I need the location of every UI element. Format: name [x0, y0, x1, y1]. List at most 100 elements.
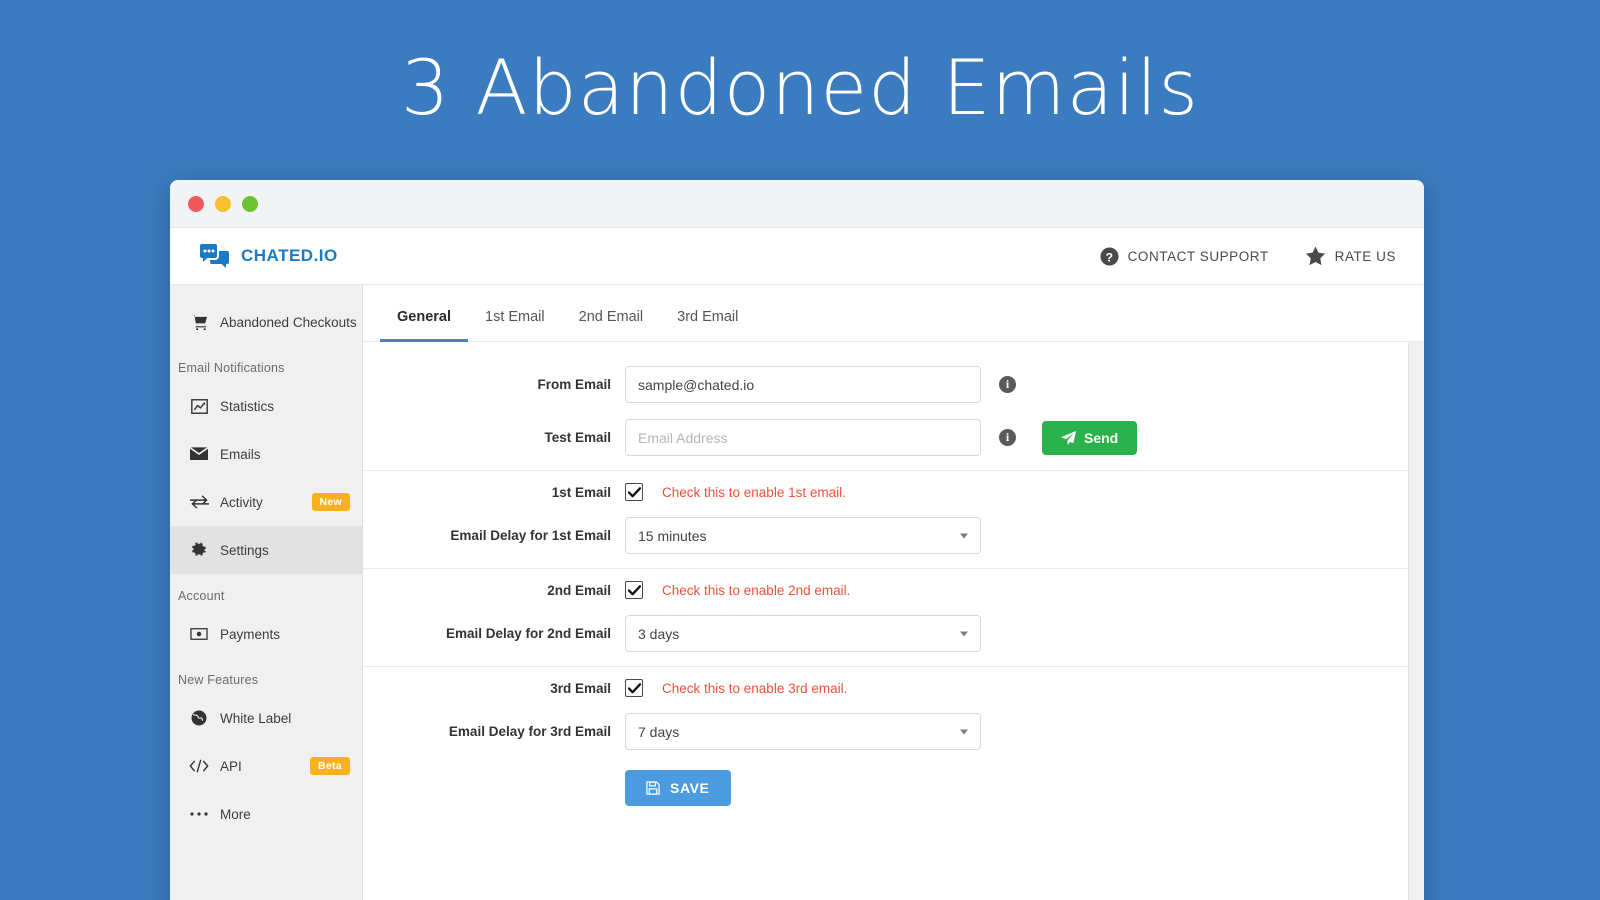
sidebar-item-label: Settings — [220, 542, 269, 558]
sidebar-item-abandoned-checkouts[interactable]: Abandoned Checkouts — [170, 298, 362, 346]
sidebar-item-label: API — [220, 758, 242, 774]
test-email-row: Test Email i Send — [363, 419, 1408, 456]
from-email-row: From Email i — [363, 366, 1408, 403]
third-email-delay-value: 7 days — [625, 713, 981, 750]
first-email-delay-select[interactable]: 15 minutes — [625, 517, 981, 554]
header-actions: ? CONTACT SUPPORT RATE US — [1100, 246, 1396, 266]
third-email-delay-select[interactable]: 7 days — [625, 713, 981, 750]
from-email-label: From Email — [537, 377, 611, 392]
brand-name: CHATED.IO — [241, 246, 338, 265]
first-email-delay-value: 15 minutes — [625, 517, 981, 554]
minimize-window-button[interactable] — [215, 195, 231, 212]
sidebar-item-label: White Label — [220, 710, 292, 726]
test-email-input[interactable] — [625, 419, 981, 456]
first-email-checkbox[interactable] — [625, 483, 643, 501]
content-wrapper: From Email i Test Email i — [363, 342, 1424, 900]
first-email-label: 1st Email — [551, 484, 611, 500]
maximize-window-button[interactable] — [242, 195, 258, 212]
gear-icon — [188, 542, 210, 558]
test-email-label: Test Email — [544, 430, 611, 445]
paper-plane-icon — [1061, 430, 1076, 445]
third-email-label: 3rd Email — [550, 680, 611, 696]
sidebar-item-settings[interactable]: Settings — [170, 526, 362, 574]
chat-bubbles-icon — [200, 244, 230, 268]
sidebar-item-white-label[interactable]: White Label — [170, 694, 362, 742]
first-email-section: 1st Email Check this to enable 1st email… — [363, 470, 1408, 568]
second-email-hint: Check this to enable 2nd email. — [662, 582, 851, 598]
rate-us-label: RATE US — [1334, 248, 1396, 264]
chart-line-icon — [188, 398, 210, 414]
second-email-checkbox[interactable] — [625, 581, 643, 599]
sidebar-group-new-features: New Features — [178, 673, 259, 687]
exchange-icon — [188, 495, 210, 509]
rate-us-button[interactable]: RATE US — [1305, 246, 1396, 266]
floppy-disk-icon — [646, 781, 660, 795]
sidebar-item-activity[interactable]: Activity New — [170, 478, 362, 526]
tab-bar: General 1st Email 2nd Email 3rd Email — [363, 285, 1424, 342]
email-addresses-section: From Email i Test Email i — [363, 354, 1408, 470]
settings-form: From Email i Test Email i — [363, 342, 1408, 900]
sidebar-item-label: Abandoned Checkouts — [220, 314, 357, 330]
sidebar-item-api[interactable]: API Beta — [170, 742, 362, 790]
third-email-hint: Check this to enable 3rd email. — [662, 680, 848, 696]
tab-general[interactable]: General — [380, 309, 468, 342]
info-icon[interactable]: i — [999, 376, 1016, 393]
send-label: Send — [1084, 429, 1119, 446]
sidebar-item-label: Payments — [220, 626, 281, 642]
sidebar: Abandoned Checkouts Email Notifications … — [170, 285, 363, 900]
envelope-icon — [188, 447, 210, 461]
sidebar-item-label: Statistics — [220, 398, 275, 414]
third-email-delay-row: Email Delay for 3rd Email 7 days — [363, 713, 1408, 750]
question-circle-icon: ? — [1100, 246, 1119, 266]
second-email-delay-select[interactable]: 3 days — [625, 615, 981, 652]
save-button[interactable]: SAVE — [625, 770, 731, 806]
save-row: SAVE — [363, 770, 1408, 806]
app-header: CHATED.IO ? CONTACT SUPPORT RATE US — [170, 228, 1424, 285]
contact-support-label: CONTACT SUPPORT — [1127, 248, 1269, 264]
window-titlebar — [170, 180, 1424, 228]
second-email-delay-value: 3 days — [625, 615, 981, 652]
sidebar-group-email-notifications: Email Notifications — [178, 361, 285, 375]
tab-1st-email[interactable]: 1st Email — [468, 309, 562, 342]
tab-3rd-email[interactable]: 3rd Email — [660, 309, 755, 342]
star-icon — [1305, 246, 1326, 266]
code-icon — [188, 759, 210, 773]
main-content: General 1st Email 2nd Email 3rd Email Fr… — [363, 285, 1424, 900]
from-email-input[interactable] — [625, 366, 981, 403]
contact-support-button[interactable]: ? CONTACT SUPPORT — [1100, 246, 1269, 266]
shopping-cart-icon — [188, 314, 210, 330]
ellipsis-icon — [188, 811, 210, 817]
second-email-delay-label: Email Delay for 2nd Email — [445, 626, 611, 641]
first-email-enable-row: 1st Email Check this to enable 1st email… — [363, 483, 1408, 501]
sidebar-item-emails[interactable]: Emails — [170, 430, 362, 478]
vertical-scrollbar[interactable] — [1408, 342, 1424, 900]
status-badge: New — [311, 493, 350, 511]
third-email-delay-label: Email Delay for 3rd Email — [448, 724, 611, 739]
third-email-checkbox[interactable] — [625, 679, 643, 697]
third-email-enable-row: 3rd Email Check this to enable 3rd email… — [363, 679, 1408, 697]
info-icon[interactable]: i — [999, 429, 1016, 446]
second-email-delay-row: Email Delay for 2nd Email 3 days — [363, 615, 1408, 652]
sidebar-item-label: More — [220, 806, 251, 822]
sidebar-item-label: Emails — [220, 446, 261, 462]
send-test-email-button[interactable]: Send — [1042, 420, 1138, 455]
sidebar-item-statistics[interactable]: Statistics — [170, 382, 362, 430]
second-email-section: 2nd Email Check this to enable 2nd email… — [363, 568, 1408, 666]
money-bill-icon — [188, 628, 210, 640]
brand-logo[interactable]: CHATED.IO — [200, 244, 338, 268]
sidebar-item-payments[interactable]: Payments — [170, 610, 362, 658]
first-email-delay-label: Email Delay for 1st Email — [450, 528, 611, 543]
tab-2nd-email[interactable]: 2nd Email — [562, 309, 660, 342]
status-badge: Beta — [310, 757, 350, 775]
sidebar-item-more[interactable]: More — [170, 790, 362, 838]
second-email-label: 2nd Email — [547, 582, 611, 598]
browser-window: CHATED.IO ? CONTACT SUPPORT RATE US Aban… — [170, 180, 1424, 900]
svg-text:?: ? — [1105, 250, 1113, 264]
sidebar-group-account: Account — [178, 589, 225, 603]
first-email-delay-row: Email Delay for 1st Email 15 minutes — [363, 517, 1408, 554]
first-email-hint: Check this to enable 1st email. — [662, 484, 846, 500]
page-title: 3 Abandoned Emails — [400, 43, 1199, 132]
second-email-enable-row: 2nd Email Check this to enable 2nd email… — [363, 581, 1408, 599]
close-window-button[interactable] — [188, 195, 204, 212]
app-body: Abandoned Checkouts Email Notifications … — [170, 285, 1424, 900]
